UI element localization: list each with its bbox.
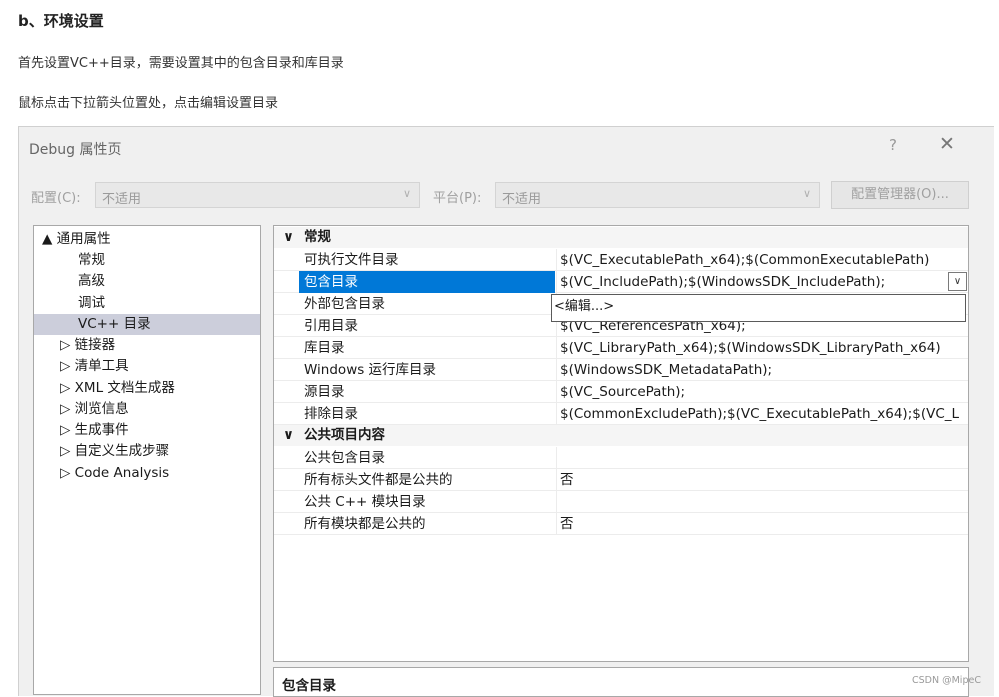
section-public-project-content[interactable]: ∨ 公共项目内容	[274, 425, 968, 446]
chevron-down-icon: ∨	[402, 187, 411, 200]
tree-item-linker[interactable]: ▷ 链接器	[34, 335, 286, 356]
dialog-title: Debug 属性页	[29, 142, 122, 158]
tree-item-advanced[interactable]: 高级	[34, 271, 304, 292]
property-name: 排除目录	[304, 406, 358, 422]
property-row-winrt-library-dirs[interactable]: Windows 运行库目录 $(WindowsSDK_MetadataPath)…	[274, 359, 968, 381]
property-row-public-include-dirs[interactable]: 公共包含目录	[274, 447, 968, 469]
property-row-library-dirs[interactable]: 库目录 $(VC_LibraryPath_x64);$(WindowsSDK_L…	[274, 337, 968, 359]
tree-item-browse-information[interactable]: ▷ 浏览信息	[34, 399, 286, 420]
property-name: 源目录	[304, 384, 345, 400]
property-value[interactable]: $(VC_IncludePath);$(WindowsSDK_IncludePa…	[556, 271, 968, 292]
section-label: 常规	[304, 229, 331, 245]
collapse-icon[interactable]: ∨	[283, 425, 294, 446]
property-name: 包含目录	[299, 271, 555, 293]
platform-value: 不适用	[502, 192, 542, 207]
property-row-source-dirs[interactable]: 源目录 $(VC_SourcePath);	[274, 381, 968, 403]
chevron-down-icon: ∨	[802, 187, 811, 200]
property-value[interactable]: $(VC_ExecutablePath_x64);$(CommonExecuta…	[556, 249, 968, 270]
property-name: 库目录	[304, 340, 345, 356]
description-panel: 包含目录	[273, 667, 969, 697]
close-icon[interactable]: ✕	[939, 133, 955, 155]
tree-item-xml-doc-generator[interactable]: ▷ XML 文档生成器	[34, 378, 286, 399]
article-paragraph-2: 鼠标点击下拉箭头位置处，点击编辑设置目录	[18, 96, 279, 111]
property-name: 引用目录	[304, 318, 358, 334]
property-value[interactable]	[556, 447, 968, 468]
edit-menu-item[interactable]: <编辑...>	[554, 297, 614, 317]
property-name: Windows 运行库目录	[304, 362, 437, 378]
property-row-public-cpp-module-dirs[interactable]: 公共 C++ 模块目录	[274, 491, 968, 513]
property-name: 所有模块都是公共的	[304, 516, 426, 532]
property-row-exclude-dirs[interactable]: 排除目录 $(CommonExcludePath);$(VC_Executabl…	[274, 403, 968, 425]
property-name: 所有标头文件都是公共的	[304, 472, 453, 488]
property-value[interactable]	[556, 491, 968, 512]
property-value[interactable]: $(WindowsSDK_MetadataPath);	[556, 359, 968, 380]
help-icon[interactable]: ?	[889, 136, 897, 154]
article-paragraph-1: 首先设置VC++目录，需要设置其中的包含目录和库目录	[18, 56, 344, 71]
tree-item-general[interactable]: 常规	[34, 250, 304, 271]
property-row-all-headers-public[interactable]: 所有标头文件都是公共的 否	[274, 469, 968, 491]
property-value[interactable]: $(VC_LibraryPath_x64);$(WindowsSDK_Libra…	[556, 337, 968, 358]
description-title: 包含目录	[282, 678, 336, 694]
dropdown-arrow-button[interactable]: ∨	[948, 272, 967, 291]
property-value[interactable]: 否	[556, 469, 968, 490]
property-tree: ▲ 通用属性 常规 高级 调试 VC++ 目录 ▷ 链接器 ▷ 清单工具 ▷ X…	[33, 225, 261, 695]
property-row-all-modules-public[interactable]: 所有模块都是公共的 否	[274, 513, 968, 535]
platform-label: 平台(P):	[433, 191, 482, 206]
tree-item-custom-build-step[interactable]: ▷ 自定义生成步骤	[34, 441, 286, 462]
tree-item-code-analysis[interactable]: ▷ Code Analysis	[34, 463, 286, 484]
property-grid: ∨ 常规 可执行文件目录 $(VC_ExecutablePath_x64);$(…	[273, 225, 969, 662]
property-value[interactable]: $(CommonExcludePath);$(VC_ExecutablePath…	[556, 403, 968, 424]
collapse-icon[interactable]: ∨	[283, 227, 294, 248]
tree-item-common-properties[interactable]: ▲ 通用属性	[34, 229, 268, 250]
platform-select[interactable]: 不适用 ∨	[495, 182, 820, 208]
property-name: 公共包含目录	[304, 450, 385, 466]
configuration-manager-button[interactable]: 配置管理器(O)...	[831, 181, 969, 209]
property-row-include-dirs[interactable]: 包含目录 $(VC_IncludePath);$(WindowsSDK_Incl…	[274, 271, 968, 293]
edit-dropdown-popup: <编辑...>	[551, 294, 966, 322]
section-label: 公共项目内容	[304, 427, 385, 443]
property-name: 可执行文件目录	[304, 252, 399, 268]
watermark: CSDN @MipeC	[912, 675, 981, 686]
property-row-executable-dirs[interactable]: 可执行文件目录 $(VC_ExecutablePath_x64);$(Commo…	[274, 249, 968, 271]
configuration-value: 不适用	[102, 192, 142, 207]
configuration-select[interactable]: 不适用 ∨	[95, 182, 420, 208]
property-value[interactable]: $(VC_SourcePath);	[556, 381, 968, 402]
property-name: 公共 C++ 模块目录	[304, 494, 426, 510]
article-heading: b、环境设置	[18, 12, 104, 30]
tree-item-debugging[interactable]: 调试	[34, 293, 304, 314]
tree-item-vc-directories[interactable]: VC++ 目录	[34, 314, 260, 335]
property-value[interactable]: 否	[556, 513, 968, 534]
tree-item-build-events[interactable]: ▷ 生成事件	[34, 420, 286, 441]
property-name: 外部包含目录	[304, 296, 385, 312]
property-pages-dialog: Debug 属性页 ? ✕ 配置(C): 不适用 ∨ 平台(P): 不适用 ∨ …	[18, 126, 994, 697]
configuration-label: 配置(C):	[31, 191, 81, 206]
section-general[interactable]: ∨ 常规	[274, 227, 968, 248]
tree-item-manifest-tool[interactable]: ▷ 清单工具	[34, 356, 286, 377]
